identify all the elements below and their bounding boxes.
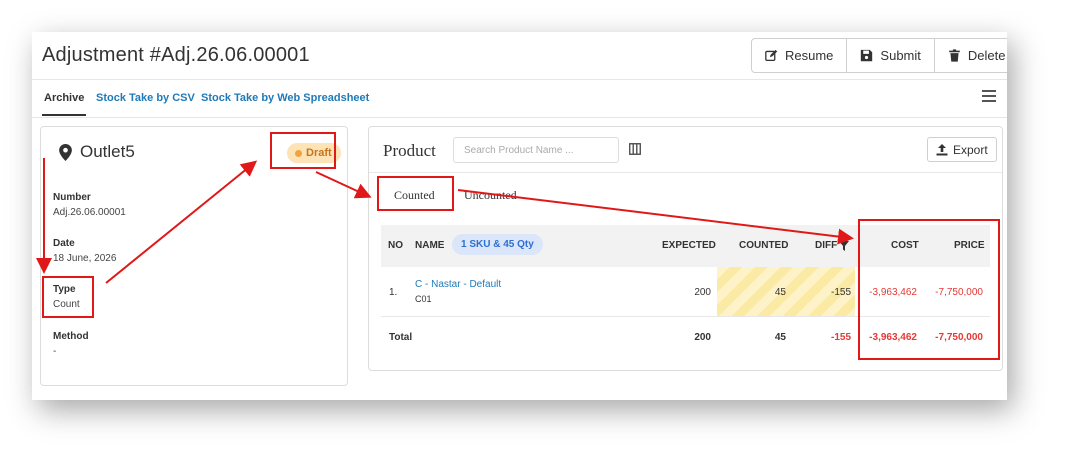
date-label: Date [53,238,75,249]
annotation-box-cost-price [858,219,1000,360]
product-title: Product [383,141,436,160]
tab-archive[interactable]: Archive [44,92,84,104]
trash-icon [949,49,960,62]
tab-stock-take-spreadsheet[interactable]: Stock Take by Web Spreadsheet [201,92,369,104]
product-search-input[interactable] [453,137,619,163]
map-marker-icon [59,143,72,161]
outlet-heading: Outlet5 [59,142,135,162]
page-tabs: Archive Stock Take by CSV Stock Take by … [32,80,1007,118]
export-label: Export [953,142,988,157]
method-value: - [53,346,57,357]
outlet-name: Outlet5 [80,142,135,161]
active-tab-underline [42,114,86,116]
column-counted[interactable]: COUNTED [739,240,788,251]
screenshot-stage: Adjustment #Adj.26.06.00001 Resume Submi… [0,0,1072,466]
inner-tabs-divider [369,172,1002,173]
delete-label: Delete [967,48,1006,63]
column-name: NAME [415,240,445,251]
total-counted: 45 [774,332,786,343]
resume-label: Resume [785,48,834,63]
annotation-box-counted [377,176,454,211]
number-label: Number [53,192,91,203]
row-number: 1. [389,287,398,298]
submit-label: Submit [880,48,921,63]
filter-icon[interactable] [839,241,849,251]
total-expected: 200 [694,332,711,343]
number-value: Adj.26.06.00001 [53,207,126,218]
total-label: Total [389,332,413,343]
date-value: 18 June, 2026 [53,253,117,264]
page-header: Adjustment #Adj.26.06.00001 Resume Submi… [32,32,1007,80]
annotation-box-type [42,276,94,318]
row-counted[interactable]: 45 [775,287,786,298]
column-diff[interactable]: DIFF [815,240,837,251]
columns-icon[interactable] [629,143,641,155]
annotation-box-draft [270,132,336,169]
product-name-link[interactable]: C - Nastar - Default [415,279,501,290]
tab-uncounted[interactable]: Uncounted [464,188,517,203]
total-diff: -155 [830,332,851,343]
upload-icon [936,143,948,155]
row-diff: -155 [830,287,851,298]
product-code: C01 [415,294,432,304]
row-expected: 200 [694,287,711,298]
submit-button[interactable]: Submit [847,39,935,72]
export-button[interactable]: Export [927,137,997,162]
method-label: Method [53,331,89,342]
page-title: Adjustment #Adj.26.06.00001 [42,44,310,66]
hamburger-menu-icon[interactable] [982,90,996,102]
tab-stock-take-csv[interactable]: Stock Take by CSV [96,92,195,104]
column-no: NO [388,240,403,251]
edit-icon [765,49,778,62]
save-icon [861,49,873,62]
column-expected[interactable]: EXPECTED [662,240,716,251]
sku-summary-pill: 1 SKU & 45 Qty [452,234,543,255]
resume-button[interactable]: Resume [752,39,848,72]
delete-button[interactable]: Delete [935,39,1007,72]
action-button-group: Resume Submit Delete [751,38,1007,73]
